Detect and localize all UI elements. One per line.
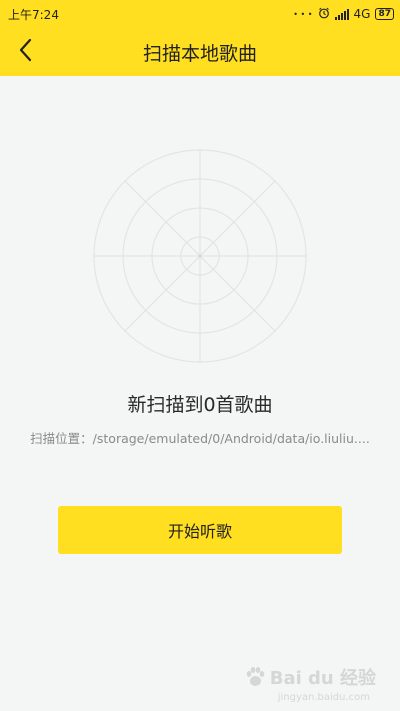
status-bar: 上午7:24 • • • 4G 87 <box>0 0 400 28</box>
status-icons: • • • 4G 87 <box>293 7 394 22</box>
scan-location-text: 扫描位置：/storage/emulated/0/Android/data/io… <box>30 431 370 446</box>
back-button[interactable] <box>6 28 46 76</box>
alarm-icon <box>318 7 330 22</box>
paw-icon <box>246 667 265 686</box>
dots-icon: • • • <box>293 9 313 19</box>
status-time: 上午7:24 <box>8 7 59 22</box>
baidu-watermark-logo: Bai du 经验 <box>244 664 376 690</box>
signal-icon <box>334 8 349 20</box>
page-title: 扫描本地歌曲 <box>142 42 257 65</box>
watermark-text: Bai du 经验 <box>269 668 376 689</box>
chevron-left-icon <box>18 38 34 66</box>
nav-bar: 扫描本地歌曲 <box>0 28 400 76</box>
start-listening-button[interactable]: 开始听歌 <box>58 506 342 554</box>
scan-result-text: 新扫描到0首歌曲 <box>127 394 273 416</box>
radar-graphic <box>92 148 308 364</box>
network-type: 4G <box>353 7 371 21</box>
watermark-url: jingyan.baidu.com <box>277 692 370 703</box>
battery-icon: 87 <box>375 8 394 20</box>
